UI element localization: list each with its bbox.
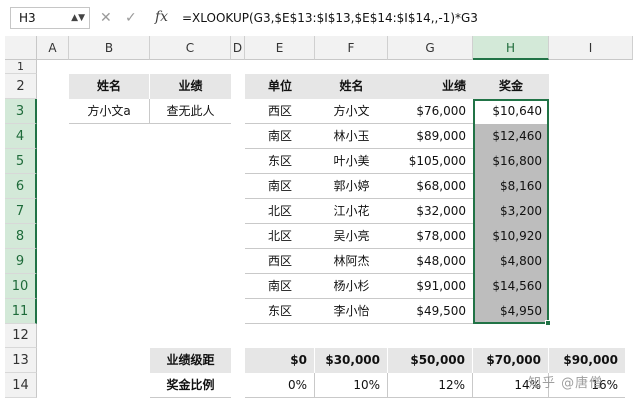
table-cell[interactable]: 东区 xyxy=(245,149,315,174)
row-header-13[interactable]: 13 xyxy=(5,348,37,373)
row-header-7[interactable]: 7 xyxy=(5,199,37,224)
table-cell[interactable]: 西区 xyxy=(245,99,315,124)
row-header-8[interactable]: 8 xyxy=(5,224,37,249)
table-cell[interactable]: $68,000 xyxy=(388,174,473,199)
row-header-10[interactable]: 10 xyxy=(5,274,37,299)
selection-range xyxy=(473,99,549,324)
table-cell[interactable]: 吴小亮 xyxy=(315,224,388,249)
table-cell[interactable]: 林阿杰 xyxy=(315,249,388,274)
column-header-c[interactable]: C xyxy=(150,36,231,60)
enter-icon[interactable]: ✓ xyxy=(125,8,137,28)
table-cell[interactable]: $76,000 xyxy=(388,99,473,124)
lookup-result-cell[interactable]: 查无此人 xyxy=(150,99,231,124)
table-cell[interactable]: 南区 xyxy=(245,274,315,299)
row-header-9[interactable]: 9 xyxy=(5,249,37,274)
table-cell[interactable]: $32,000 xyxy=(388,199,473,224)
name-box-value: H3 xyxy=(19,11,36,25)
column-header-h[interactable]: H xyxy=(473,36,549,60)
column-header-d[interactable]: D xyxy=(231,36,245,60)
main-header-score[interactable]: 业绩 xyxy=(388,74,473,99)
table-cell[interactable]: 北区 xyxy=(245,199,315,224)
cancel-icon[interactable]: ✕ xyxy=(100,8,112,28)
table-cell[interactable]: 林小玉 xyxy=(315,124,388,149)
tier-threshold-cell[interactable]: $0 xyxy=(245,348,315,373)
table-cell[interactable]: 方小文 xyxy=(315,99,388,124)
table-cell[interactable]: $78,000 xyxy=(388,224,473,249)
column-header-g[interactable]: G xyxy=(388,36,473,60)
row-header-3[interactable]: 3 xyxy=(5,99,37,124)
column-header-f[interactable]: F xyxy=(315,36,388,60)
main-header-unit[interactable]: 单位 xyxy=(245,74,315,99)
row-header-1[interactable]: 1 xyxy=(5,60,37,74)
table-cell[interactable]: 叶小美 xyxy=(315,149,388,174)
tier-threshold-cell[interactable]: $50,000 xyxy=(388,348,473,373)
table-cell[interactable]: $48,000 xyxy=(388,249,473,274)
main-header-bonus[interactable]: 奖金 xyxy=(473,74,549,99)
lookup-header-score[interactable]: 业绩 xyxy=(150,74,231,99)
row-header-12[interactable]: 12 xyxy=(5,324,37,348)
chevron-down-icon[interactable]: ▲▼ xyxy=(71,8,85,28)
tier-threshold-cell[interactable]: $70,000 xyxy=(473,348,549,373)
table-cell[interactable]: 江小花 xyxy=(315,199,388,224)
formula-input[interactable]: =XLOOKUP(G3,$E$13:$I$13,$E$14:$I$14,,-1)… xyxy=(182,7,478,29)
row-header-14[interactable]: 14 xyxy=(5,373,37,398)
tier-threshold-cell[interactable]: $30,000 xyxy=(315,348,388,373)
column-header-b[interactable]: B xyxy=(69,36,150,60)
tier-rate-cell[interactable]: 10% xyxy=(315,373,388,398)
tier-rate-cell[interactable]: 12% xyxy=(388,373,473,398)
main-header-name[interactable]: 姓名 xyxy=(315,74,388,99)
table-cell[interactable]: 郭小婷 xyxy=(315,174,388,199)
formula-bar: H3 ▲▼ ✕ ✓ fx =XLOOKUP(G3,$E$13:$I$13,$E$… xyxy=(5,6,633,32)
row-header-6[interactable]: 6 xyxy=(5,174,37,199)
column-header-i[interactable]: I xyxy=(549,36,633,60)
tier-rate-cell[interactable]: 0% xyxy=(245,373,315,398)
table-cell[interactable]: 东区 xyxy=(245,299,315,324)
tier-threshold-cell[interactable]: $90,000 xyxy=(549,348,625,373)
column-header-a[interactable]: A xyxy=(37,36,69,60)
tier-label-threshold[interactable]: 业绩级距 xyxy=(150,348,231,373)
worksheet-grid[interactable]: A B C D E F G H I 1 2 3 4 5 6 7 8 9 10 1… xyxy=(5,36,633,402)
lookup-name-cell[interactable]: 方小文a xyxy=(69,99,150,124)
fill-handle[interactable] xyxy=(545,320,551,326)
row-header-11[interactable]: 11 xyxy=(5,299,37,324)
table-cell[interactable]: 南区 xyxy=(245,174,315,199)
column-header-e[interactable]: E xyxy=(245,36,315,60)
watermark: 知乎 @唐僧 xyxy=(528,376,604,391)
table-cell[interactable]: 西区 xyxy=(245,249,315,274)
row-header-4[interactable]: 4 xyxy=(5,124,37,149)
row-header-2[interactable]: 2 xyxy=(5,74,37,99)
tier-label-rate[interactable]: 奖金比例 xyxy=(150,373,231,398)
table-cell[interactable]: $91,000 xyxy=(388,274,473,299)
lookup-header-name[interactable]: 姓名 xyxy=(69,74,150,99)
insert-function-icon[interactable]: fx xyxy=(155,7,168,27)
table-cell[interactable]: 北区 xyxy=(245,224,315,249)
table-cell[interactable]: $49,500 xyxy=(388,299,473,324)
table-cell[interactable]: 南区 xyxy=(245,124,315,149)
name-box[interactable]: H3 ▲▼ xyxy=(10,7,90,29)
row-header-5[interactable]: 5 xyxy=(5,149,37,174)
table-cell[interactable]: $89,000 xyxy=(388,124,473,149)
table-cell[interactable]: $105,000 xyxy=(388,149,473,174)
select-all-corner[interactable] xyxy=(5,36,37,60)
table-cell[interactable]: 杨小杉 xyxy=(315,274,388,299)
table-cell[interactable]: 李小怡 xyxy=(315,299,388,324)
